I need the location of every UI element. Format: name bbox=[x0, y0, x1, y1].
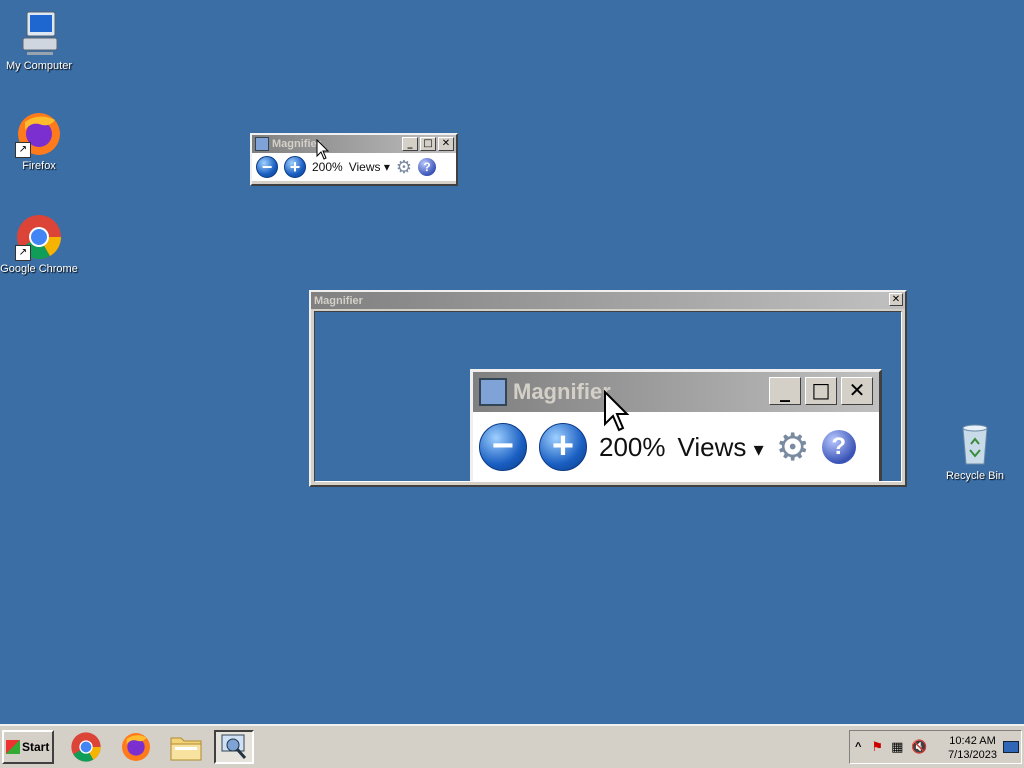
desktop-icon-my-computer[interactable]: My Computer bbox=[0, 10, 78, 73]
magnified-close-icon: ✕ bbox=[841, 377, 873, 405]
network-icon[interactable]: ▦ bbox=[891, 739, 903, 755]
magnified-window-title: Magnifier bbox=[513, 379, 611, 404]
file-explorer-icon bbox=[170, 737, 202, 761]
shortcut-arrow-icon: ↗ bbox=[15, 245, 31, 261]
start-button[interactable]: Start bbox=[2, 730, 54, 764]
chevron-down-icon: ▾ bbox=[753, 438, 764, 461]
recycle-bin-icon bbox=[951, 420, 999, 468]
desktop: My Computer ↗ Firefox ↗ Google Chrome Re… bbox=[0, 0, 1024, 724]
magnified-toolbar-window: Magnifier _ □ ✕ − + 200% Views ▾ ⚙ ? bbox=[470, 369, 882, 481]
taskbar: Start ^ ⚑ ▦ 🔇 10:42 AM 7/13/2023 bbox=[0, 724, 1024, 768]
close-button[interactable]: ✕ bbox=[438, 137, 454, 151]
shortcut-arrow-icon: ↗ bbox=[15, 142, 31, 158]
windows-logo-icon bbox=[6, 740, 20, 754]
magnifier-icon bbox=[479, 378, 507, 406]
taskbar-app-file-explorer[interactable] bbox=[166, 730, 206, 764]
volume-muted-icon[interactable]: 🔇 bbox=[911, 739, 927, 755]
maximize-button[interactable]: □ bbox=[420, 137, 436, 151]
taskbar-app-magnifier[interactable] bbox=[214, 730, 254, 764]
magnified-zoom-out-icon: − bbox=[479, 423, 527, 471]
title-bar[interactable]: Magnifier ✕ bbox=[311, 292, 905, 309]
magnified-minimize-icon: _ bbox=[769, 377, 801, 405]
magnifier-controls: − + 200% Views ▾ ⚙ ? bbox=[252, 153, 456, 181]
chrome-icon bbox=[71, 732, 101, 762]
desktop-icon-label: Google Chrome bbox=[0, 263, 78, 275]
desktop-icon-label: My Computer bbox=[5, 60, 73, 72]
help-button[interactable]: ? bbox=[418, 158, 437, 176]
firefox-icon bbox=[122, 733, 150, 761]
window-title: Magnifier bbox=[314, 294, 363, 307]
magnifier-lens-window[interactable]: Magnifier ✕ Magnifier _ □ ✕ − + 200% Vie… bbox=[309, 290, 907, 487]
start-label: Start bbox=[22, 740, 50, 754]
window-title: Magnifier bbox=[272, 138, 321, 150]
computer-icon bbox=[15, 10, 63, 58]
desktop-icon-google-chrome[interactable]: ↗ Google Chrome bbox=[0, 213, 78, 276]
zoom-out-button[interactable]: − bbox=[256, 156, 278, 178]
desktop-icon-label: Recycle Bin bbox=[945, 470, 1005, 482]
magnified-controls: − + 200% Views ▾ ⚙ ? bbox=[473, 412, 879, 481]
magnified-zoom-level: 200% bbox=[599, 431, 666, 462]
system-tray: ^ ⚑ ▦ 🔇 10:42 AM 7/13/2023 bbox=[849, 730, 1022, 764]
close-button[interactable]: ✕ bbox=[889, 293, 903, 306]
minimize-button[interactable]: _ bbox=[402, 137, 418, 151]
gear-icon[interactable]: ⚙ bbox=[396, 157, 412, 178]
title-bar[interactable]: Magnifier _ □ ✕ bbox=[252, 135, 456, 153]
desktop-icon-label: Firefox bbox=[22, 160, 56, 172]
magnifier-icon bbox=[221, 734, 247, 759]
show-desktop-icon[interactable] bbox=[1003, 741, 1019, 753]
magnified-maximize-icon: □ bbox=[805, 377, 837, 405]
taskbar-app-chrome[interactable] bbox=[66, 730, 106, 764]
firefox-icon: ↗ bbox=[15, 110, 63, 158]
magnifier-toolbar-window[interactable]: Magnifier _ □ ✕ − + 200% Views ▾ ⚙ ? bbox=[250, 133, 458, 186]
magnifier-icon bbox=[255, 137, 269, 151]
clock-date: 7/13/2023 bbox=[948, 749, 997, 761]
clock-time: 10:42 AM bbox=[949, 735, 996, 747]
zoom-level: 200% bbox=[312, 160, 343, 174]
taskbar-app-firefox[interactable] bbox=[116, 730, 156, 764]
zoom-in-button[interactable]: + bbox=[284, 156, 306, 178]
magnified-zoom-in-icon: + bbox=[539, 423, 587, 471]
clock[interactable]: 10:42 AM 7/13/2023 bbox=[948, 734, 997, 762]
views-dropdown[interactable]: Views ▾ bbox=[349, 160, 390, 174]
gear-icon: ⚙ bbox=[775, 426, 810, 469]
chrome-icon: ↗ bbox=[15, 213, 63, 261]
chevron-down-icon: ▾ bbox=[383, 160, 390, 174]
magnified-views-label: Views ▾ bbox=[677, 431, 764, 462]
action-center-flag-icon[interactable]: ⚑ bbox=[871, 739, 883, 755]
magnified-view: Magnifier _ □ ✕ − + 200% Views ▾ ⚙ ? bbox=[314, 311, 902, 482]
magnified-title-bar: Magnifier _ □ ✕ bbox=[473, 372, 879, 412]
desktop-icon-recycle-bin[interactable]: Recycle Bin bbox=[936, 420, 1014, 483]
show-hidden-icons-button[interactable]: ^ bbox=[855, 741, 861, 753]
desktop-icon-firefox[interactable]: ↗ Firefox bbox=[0, 110, 78, 173]
help-icon: ? bbox=[821, 430, 856, 464]
